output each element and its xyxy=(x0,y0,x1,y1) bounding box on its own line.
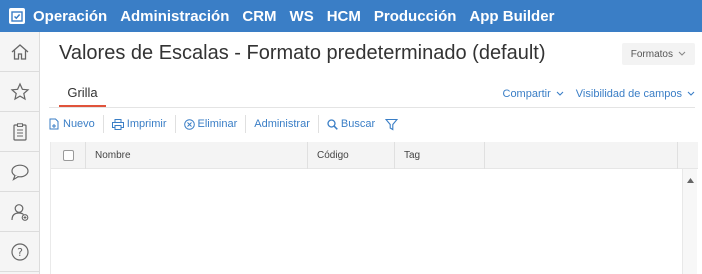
nav-item-administracion[interactable]: Administración xyxy=(120,8,229,25)
search-button[interactable]: Buscar xyxy=(319,114,383,134)
new-document-icon xyxy=(49,118,59,130)
help-icon: ? xyxy=(11,242,29,261)
main-content: Valores de Escalas - Formato predetermin… xyxy=(40,32,702,274)
sidebar: ? xyxy=(0,32,40,274)
column-header-spacer xyxy=(678,142,698,169)
sidebar-users-button[interactable] xyxy=(0,192,40,232)
formats-dropdown[interactable]: Formatos xyxy=(621,43,695,65)
delete-label: Eliminar xyxy=(197,118,238,130)
clipboard-icon xyxy=(13,122,27,141)
delete-circle-icon xyxy=(183,118,195,130)
home-icon xyxy=(11,43,29,60)
app-logo-icon[interactable] xyxy=(9,8,25,24)
column-header-tag[interactable]: Tag xyxy=(395,142,485,169)
scroll-up-arrow[interactable] xyxy=(683,173,698,187)
sidebar-tasks-button[interactable] xyxy=(0,112,40,152)
print-button[interactable]: Imprimir xyxy=(104,114,175,134)
new-button[interactable]: Nuevo xyxy=(49,114,103,134)
user-add-icon xyxy=(11,203,29,221)
chevron-down-icon xyxy=(556,91,564,96)
arrow-up-icon xyxy=(687,177,694,183)
grid-vertical-scrollbar[interactable] xyxy=(682,169,697,274)
data-grid: Nombre Código Tag xyxy=(50,142,698,274)
nav-item-produccion[interactable]: Producción xyxy=(374,8,457,25)
formats-label: Formatos xyxy=(630,48,673,60)
field-visibility-link[interactable]: Visibilidad de campos xyxy=(576,88,695,100)
chevron-down-icon xyxy=(678,51,686,56)
tab-divider xyxy=(49,107,695,108)
grid-header-row: Nombre Código Tag xyxy=(51,142,698,169)
sidebar-messages-button[interactable] xyxy=(0,152,40,192)
delete-button[interactable]: Eliminar xyxy=(176,114,246,134)
administrar-button[interactable]: Administrar xyxy=(246,114,318,134)
sidebar-favorites-button[interactable] xyxy=(0,72,40,112)
nav-item-hcm[interactable]: HCM xyxy=(327,8,361,25)
column-header-nombre[interactable]: Nombre xyxy=(86,142,308,169)
view-options: Compartir Visibilidad de campos xyxy=(503,88,696,100)
field-visibility-label: Visibilidad de campos xyxy=(575,88,682,100)
nav-item-crm[interactable]: CRM xyxy=(242,8,276,25)
grid-toolbar: Nuevo Imprimir Eliminar Administrar Busc… xyxy=(49,114,406,134)
sidebar-home-button[interactable] xyxy=(0,32,40,72)
filter-icon xyxy=(385,118,399,130)
administrar-label: Administrar xyxy=(254,118,310,130)
search-label: Buscar xyxy=(340,118,376,130)
page-title: Valores de Escalas - Formato predetermin… xyxy=(59,42,546,64)
tab-grilla[interactable]: Grilla xyxy=(59,83,106,108)
new-label: Nuevo xyxy=(63,118,95,130)
sidebar-help-button[interactable]: ? xyxy=(0,232,40,272)
nav-item-app-builder[interactable]: App Builder xyxy=(469,8,554,25)
column-header-codigo[interactable]: Código xyxy=(308,142,395,169)
chevron-down-icon xyxy=(687,91,695,96)
chat-icon xyxy=(11,164,29,181)
star-icon xyxy=(10,82,30,100)
nav-item-operacion[interactable]: Operación xyxy=(33,8,107,25)
print-label: Imprimir xyxy=(126,118,167,130)
column-header-empty xyxy=(485,142,678,169)
select-all-cell xyxy=(51,142,86,169)
nav-item-ws[interactable]: WS xyxy=(290,8,314,25)
search-icon xyxy=(327,118,338,130)
select-all-checkbox[interactable] xyxy=(62,150,74,161)
share-link[interactable]: Compartir xyxy=(503,88,564,100)
printer-icon xyxy=(111,118,124,130)
top-nav-bar: Operación Administración CRM WS HCM Prod… xyxy=(0,0,702,32)
filter-button[interactable] xyxy=(383,114,406,134)
svg-text:?: ? xyxy=(17,246,23,259)
share-label: Compartir xyxy=(502,88,551,100)
